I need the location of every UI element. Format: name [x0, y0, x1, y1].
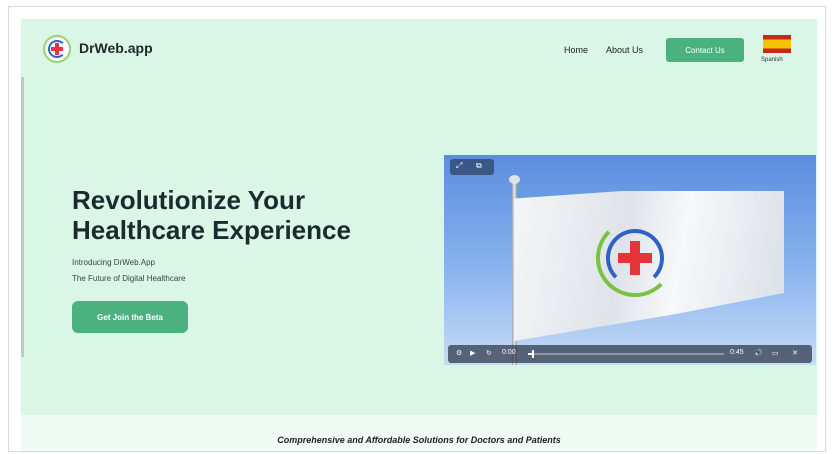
video-duration: 0:45	[730, 349, 744, 356]
replay-icon[interactable]: ↻	[486, 349, 492, 357]
video-player[interactable]: ⤢ ⧉ ⚙ ▶ ↻ 0:00 0:45 🔊 ▭ ✕	[444, 155, 816, 365]
flag-pole-cap	[509, 175, 520, 184]
flag-logo-icon	[596, 219, 674, 297]
site-header: DrWeb.app Home About Us Contact Us Spani…	[21, 19, 817, 75]
hero-subtitle-text: The Future of Digital Healthcare	[72, 274, 186, 283]
pip-icon[interactable]: ⧉	[476, 161, 482, 171]
browser-viewport: DrWeb.app Home About Us Contact Us Spani…	[8, 6, 826, 452]
hero-title: Revolutionize Your Healthcare Experience	[72, 185, 351, 245]
cast-icon[interactable]: ▭	[772, 349, 779, 357]
nav-link-home[interactable]: Home	[564, 45, 588, 55]
join-beta-button[interactable]: Get Join the Beta	[72, 301, 188, 333]
hero-intro-text: Introducing DrWeb.App	[72, 258, 156, 267]
current-time: 0:00	[502, 349, 516, 356]
scrollbar-track[interactable]	[21, 77, 24, 357]
landing-page: DrWeb.app Home About Us Contact Us Spani…	[21, 19, 817, 451]
flag-logo-cross-horizontal	[618, 253, 652, 263]
spain-flag-icon	[763, 35, 791, 53]
play-icon[interactable]: ▶	[470, 349, 475, 357]
video-progress-handle[interactable]	[531, 350, 534, 358]
video-control-bar: ⚙ ▶ ↻ 0:00 0:45 🔊 ▭ ✕	[448, 345, 812, 363]
tagline-text: Comprehensive and Affordable Solutions f…	[277, 435, 561, 445]
logo-icon[interactable]	[43, 35, 71, 63]
brand-name[interactable]: DrWeb.app	[79, 40, 153, 56]
settings-icon[interactable]: ⚙	[456, 349, 462, 357]
video-progress-bar[interactable]	[528, 350, 724, 358]
language-label: Spanish	[761, 57, 783, 63]
fullscreen-icon[interactable]: ⤢	[456, 161, 462, 171]
video-top-controls: ⤢ ⧉	[450, 159, 494, 175]
language-selector[interactable]: Spanish	[758, 31, 798, 71]
logo-cross-horizontal	[51, 47, 63, 51]
nav-link-about[interactable]: About Us	[606, 45, 643, 55]
contact-us-button[interactable]: Contact Us	[666, 38, 744, 62]
tagline-band: Comprehensive and Affordable Solutions f…	[21, 415, 817, 451]
close-icon[interactable]: ✕	[792, 349, 798, 357]
volume-icon[interactable]: 🔊	[754, 349, 763, 357]
